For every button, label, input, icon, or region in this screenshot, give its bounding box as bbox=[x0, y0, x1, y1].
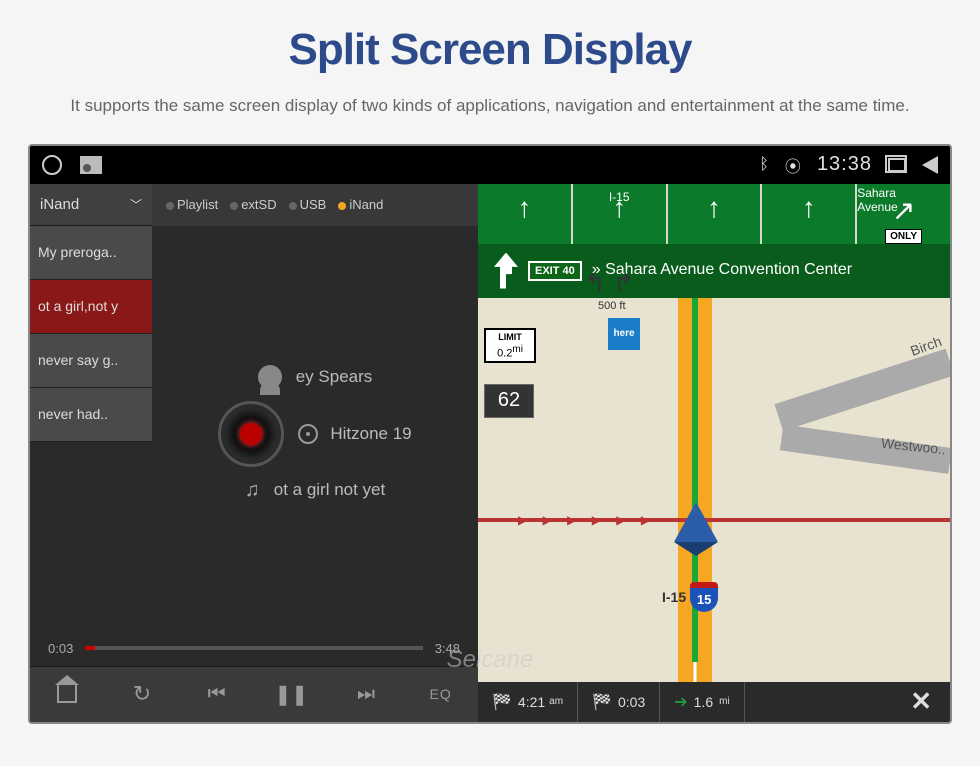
eta-unit: am bbox=[549, 696, 563, 707]
skip-back-icon: ⏮ bbox=[208, 683, 226, 706]
highway-label: I-15 bbox=[609, 190, 630, 204]
tab-inand[interactable]: iNand bbox=[338, 197, 383, 212]
lane-sign: ↑ bbox=[478, 184, 571, 246]
source-select[interactable]: iNand ﹀ bbox=[30, 184, 152, 226]
home-icon bbox=[57, 685, 77, 703]
direction-bar: EXIT 40 » Sahara Avenue Convention Cente… bbox=[478, 244, 950, 298]
media-controls: ↻ ⏮ ❚❚ ⏭ EQ bbox=[30, 666, 478, 722]
lane-sign: ↑ bbox=[762, 184, 855, 246]
lane-split-icon: ↰ ↱ bbox=[584, 268, 635, 299]
page-subtitle: It supports the same screen display of t… bbox=[70, 93, 909, 119]
arrow-up-icon: ↑ bbox=[802, 192, 816, 224]
chevron-down-icon: ﹀ bbox=[130, 196, 142, 213]
tab-playlist[interactable]: Playlist bbox=[166, 197, 218, 212]
repeat-button[interactable]: ↻ bbox=[112, 674, 172, 714]
source-tabs: Playlist extSD USB iNand bbox=[152, 184, 478, 226]
elapsed-time: 0:03 bbox=[48, 641, 73, 656]
lane-sign-only: Sahara Avenue ↗ ONLY bbox=[857, 184, 950, 246]
limit-label: LIMIT bbox=[486, 332, 534, 342]
record-button[interactable] bbox=[218, 401, 284, 467]
lane-sign: I-15 ↑ bbox=[573, 184, 666, 246]
arrow-up-icon: ↑ bbox=[707, 192, 721, 224]
route-chevrons: ▶ ▶ ▶ ▶ ▶ ▶ bbox=[518, 513, 656, 527]
top-street-label: Sahara Avenue bbox=[857, 186, 906, 214]
bluetooth-icon[interactable]: ᛒ bbox=[759, 156, 769, 174]
music-note-icon: ♫ bbox=[245, 479, 260, 502]
remaining-time: 0:03 bbox=[618, 694, 645, 710]
repeat-icon: ↻ bbox=[133, 681, 151, 707]
highway-signs: ↑ I-15 ↑ ↑ ↑ Sahara Avenue ↗ ONLY bbox=[478, 184, 950, 246]
lane-sign: ↑ bbox=[668, 184, 761, 246]
close-icon: ✕ bbox=[910, 686, 932, 716]
artist-label: ey Spears bbox=[296, 367, 373, 387]
list-item[interactable]: My preroga.. bbox=[30, 226, 152, 280]
arrow-right-icon: ➔ bbox=[674, 692, 687, 712]
navigation-pane: ↑ I-15 ↑ ↑ ↑ Sahara Avenue ↗ ONLY EX bbox=[478, 184, 950, 722]
circle-icon[interactable] bbox=[42, 155, 62, 175]
eq-button[interactable]: EQ bbox=[411, 674, 471, 714]
distance-marker: 500 ft bbox=[598, 300, 626, 312]
playlist-spacer bbox=[30, 442, 152, 641]
track-label: ot a girl not yet bbox=[274, 480, 386, 500]
recent-apps-icon[interactable] bbox=[888, 158, 906, 172]
distance-item[interactable]: ➔ 1.6 mi bbox=[660, 682, 744, 722]
shield-icon: 15 bbox=[690, 582, 718, 612]
source-selected-label: iNand bbox=[40, 196, 79, 213]
status-bar: ᛒ ⦿ 13:38 bbox=[30, 146, 950, 184]
pause-button[interactable]: ❚❚ bbox=[261, 674, 321, 714]
exit-badge: EXIT 40 bbox=[528, 261, 582, 281]
list-item[interactable]: never say g.. bbox=[30, 334, 152, 388]
here-logo: here bbox=[608, 318, 640, 350]
disc-icon bbox=[298, 424, 318, 444]
artist-icon bbox=[258, 365, 282, 389]
turn-icon bbox=[488, 253, 518, 289]
flag-icon: 🏁 bbox=[492, 692, 512, 712]
eta-time: 4:21 bbox=[518, 694, 545, 710]
pause-icon: ❚❚ bbox=[275, 682, 309, 707]
tab-extsd[interactable]: extSD bbox=[230, 197, 276, 212]
progress-bar[interactable] bbox=[85, 646, 422, 650]
map-area[interactable]: ▶ ▶ ▶ ▶ ▶ ▶ ↰ ↱ 500 ft LIMIT 0.2mi 62 he… bbox=[478, 298, 950, 682]
list-item[interactable]: never had.. bbox=[30, 388, 152, 442]
interstate-shield: I-15 15 bbox=[662, 582, 718, 612]
arrow-up-icon: ↑ bbox=[517, 192, 531, 224]
clock: 13:38 bbox=[817, 153, 872, 176]
vehicle-marker bbox=[674, 502, 718, 542]
prev-button[interactable]: ⏮ bbox=[187, 674, 247, 714]
back-icon[interactable] bbox=[922, 156, 938, 174]
nav-bottom-bar: 🏁 4:21 am 🏁 0:03 ➔ 1.6 mi ✕ bbox=[478, 682, 950, 722]
shield-label: I-15 bbox=[662, 589, 686, 605]
speed-box: 62 bbox=[484, 384, 534, 418]
limit-distance: 0.2mi bbox=[486, 344, 534, 360]
music-pane: iNand ﹀ Playlist extSD USB iNand My prer… bbox=[30, 184, 478, 722]
location-icon[interactable]: ⦿ bbox=[785, 153, 801, 177]
road-segment bbox=[774, 348, 950, 430]
next-button[interactable]: ⏭ bbox=[336, 674, 396, 714]
progress-row: 0:03 3:48 bbox=[30, 641, 478, 666]
total-time: 3:48 bbox=[435, 641, 460, 656]
close-button[interactable]: ✕ bbox=[892, 686, 950, 717]
speed-limit-box: LIMIT 0.2mi bbox=[484, 328, 536, 364]
tab-usb[interactable]: USB bbox=[289, 197, 327, 212]
device-frame: ᛒ ⦿ 13:38 iNand ﹀ Playlist extSD bbox=[28, 144, 952, 724]
page-title: Split Screen Display bbox=[288, 25, 691, 75]
playlist-column: My preroga.. ot a girl,not y never say g… bbox=[30, 226, 152, 641]
now-playing: ey Spears Hitzone 19 ♫ bbox=[152, 226, 478, 641]
flag-icon: 🏁 bbox=[592, 692, 612, 712]
distance-val: 1.6 bbox=[694, 694, 713, 710]
skip-forward-icon: ⏭ bbox=[357, 683, 375, 706]
eta-item[interactable]: 🏁 4:21 am bbox=[478, 682, 578, 722]
only-badge: ONLY bbox=[885, 229, 922, 244]
picture-icon[interactable] bbox=[80, 156, 102, 174]
remaining-item[interactable]: 🏁 0:03 bbox=[578, 682, 660, 722]
album-label: Hitzone 19 bbox=[330, 424, 411, 444]
list-item[interactable]: ot a girl,not y bbox=[30, 280, 152, 334]
distance-unit: mi bbox=[719, 696, 730, 707]
home-button[interactable] bbox=[37, 674, 97, 714]
